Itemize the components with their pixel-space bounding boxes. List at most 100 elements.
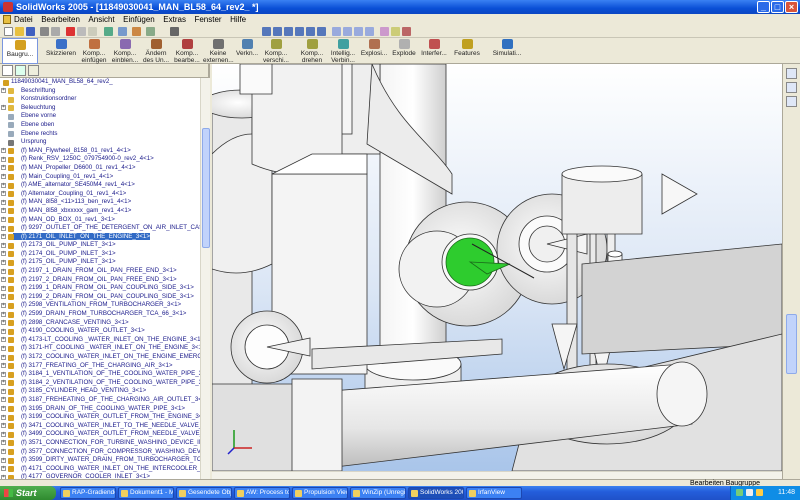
zoom-fit-icon[interactable] [262,27,271,36]
close-button[interactable]: × [785,1,798,13]
expand-icon[interactable]: + [1,294,6,300]
shaded-icon[interactable] [354,27,363,36]
pan-icon[interactable] [317,27,326,36]
expand-icon[interactable]: + [1,380,6,386]
title-bar[interactable]: SolidWorks 2005 - [11849030041_MAN_BL58_… [0,0,800,14]
command-button-8[interactable]: Komp... verschi... [261,38,291,64]
command-button-10[interactable]: Intellig... Verbin... [328,38,358,64]
menu-view[interactable]: Ansicht [88,15,114,24]
tree-item[interactable]: + (f) MAN_Flywheel_8158_01_rev1_4<1> [0,147,200,156]
tree-item[interactable]: + (f) 4190_COOLING_WATER_OUTLET_3<1> [0,327,200,336]
assembly-3d-model[interactable] [212,64,782,471]
tree-item[interactable]: + (f) Main_Coupling_01_rev1_4<1> [0,173,200,182]
expand-icon[interactable]: + [1,328,6,334]
taskbar-button[interactable]: Gesendete Obje... [176,487,232,499]
command-button-11[interactable]: Explosi... [359,38,389,64]
tree-item[interactable]: + (f) 2199_1_DRAIN_FROM_OIL_PAN_COUPLING_… [0,284,200,293]
command-button-2[interactable]: Komp... einfügen [79,38,109,64]
expand-icon[interactable]: + [1,320,6,326]
command-button-6[interactable]: Keine externen... [203,38,234,64]
tree-item[interactable]: + (f) 2197_1_DRAIN_FROM_OIL_PAN_FREE_END_… [0,267,200,276]
menu-tools[interactable]: Extras [163,15,186,24]
tree-vertical-scrollbar[interactable] [200,78,210,486]
tree-item[interactable]: + (f) 3177_FREATING_OF_THE_CHARGING_AIR_3… [0,362,200,371]
new-icon[interactable] [4,27,13,36]
command-button-9[interactable]: Komp... drehen [297,38,327,64]
expand-icon[interactable]: + [1,88,6,94]
task-pane-explorer-icon[interactable] [786,96,797,107]
tree-item[interactable]: Konstruktionsordner [0,95,200,104]
expand-icon[interactable]: + [1,406,6,412]
tree-item[interactable]: + (f) 3184_1_VENTILATION_OF_THE_COOLING_W… [0,370,208,379]
tree-item[interactable]: + (f) MAN_8l58_xbxxxxx_gam_rev1_4<1> [0,207,200,216]
expand-icon[interactable]: + [1,388,6,394]
tree-item[interactable]: Ebene vorne [0,112,200,121]
task-pane-home-icon[interactable] [786,68,797,79]
maximize-button[interactable]: □ [771,1,784,13]
print-icon[interactable] [40,27,49,36]
taskbar-button[interactable]: RAP-Gradiendeb... [60,487,116,499]
command-button-14[interactable]: Features [450,38,484,64]
expand-icon[interactable]: + [1,251,6,257]
tree-item[interactable]: + (f) 4171_COOLING_WATER_INLET_ON_THE_INT… [0,465,208,474]
rotate-view-icon[interactable] [306,27,315,36]
expand-icon[interactable]: + [1,225,6,231]
expand-icon[interactable]: + [1,285,6,291]
viewport-horizontal-scrollbar[interactable] [212,471,782,479]
expand-icon[interactable]: + [1,174,6,180]
expand-icon[interactable]: + [1,431,6,437]
expand-icon[interactable]: + [1,414,6,420]
property-manager-tab[interactable] [15,65,26,76]
taskbar-button[interactable]: Propulsion Viewer [292,487,348,499]
options-icon[interactable] [146,27,155,36]
tree-item[interactable]: + (f) Alternator_Coupling_01_rev1_4<1> [0,190,200,199]
expand-icon[interactable]: + [1,449,6,455]
help-icon[interactable] [170,27,179,36]
tree-item[interactable]: + (f) 3577_CONNECTION_FOR_COMPRESSOR_WASH… [0,448,208,457]
view-orientation-icon[interactable] [391,27,400,36]
expand-icon[interactable]: + [1,423,6,429]
tree-item[interactable]: + (f) 3184_2_VENTILATION_OF_THE_COOLING_W… [0,379,208,388]
print-preview-icon[interactable] [51,27,60,36]
expand-icon[interactable]: + [1,148,6,154]
command-button-1[interactable]: Skizzieren [44,38,78,64]
expand-icon[interactable]: + [1,165,6,171]
expand-icon[interactable]: + [1,363,6,369]
taskbar-button[interactable]: SolidWorks 200... [408,487,464,499]
command-button-3[interactable]: Komp... einblen... [110,38,140,64]
expand-icon[interactable]: + [1,182,6,188]
command-button-0[interactable]: Baugru... [2,38,38,64]
expand-icon[interactable]: + [1,208,6,214]
shaded-edges-icon[interactable] [365,27,374,36]
viewport-vertical-scroll-thumb[interactable] [786,314,797,374]
tree-root-assembly[interactable]: 11849030041_MAN_BL58_64_rev2_ [0,78,200,87]
tree-item[interactable]: + (f) 3172_COOLING_WATER_INLET_ON_THE_ENG… [0,353,208,362]
expand-icon[interactable]: + [1,156,6,162]
tray-app-icon[interactable] [756,489,763,496]
command-button-4[interactable]: Ändern des Un... [141,38,171,64]
tree-item[interactable]: Ursprung [0,138,200,147]
tree-item[interactable]: + (f) 9297_OUTLET_OF_THE_DETERGENT_ON_AIR… [0,224,208,233]
wireframe-icon[interactable] [332,27,341,36]
start-button[interactable]: Start [0,486,56,500]
tree-item[interactable]: + (f) 3471_COOLING_WATER_INLET_TO_THE_NEE… [0,422,208,431]
solidworks-app-icon[interactable] [3,2,13,12]
rebuild-icon[interactable] [132,27,141,36]
menu-help[interactable]: Hilfe [230,15,246,24]
tree-item[interactable]: Ebene oben [0,121,200,130]
command-button-12[interactable]: Explode [390,38,418,64]
tree-item[interactable]: + (f) 3195_DRAIN_OF_THE_COOLING_WATER_PIP… [0,405,200,414]
expand-icon[interactable]: + [1,217,6,222]
tree-item[interactable]: + (f) 2173_OIL_PUMP_INLET_3<1> [0,241,200,250]
tree-item[interactable]: + (f) 2599_DRAIN_FROM_TURBOCHARGER_TCA_66… [0,310,200,319]
tree-item[interactable]: + (f) 2175_OIL_PUMP_INLET_3<1> [0,258,200,267]
save-icon[interactable] [26,27,35,36]
expand-icon[interactable]: + [1,302,6,308]
perspective-icon[interactable] [402,27,411,36]
expand-icon[interactable]: + [1,466,6,472]
select-icon[interactable] [118,27,127,36]
hidden-lines-icon[interactable] [343,27,352,36]
tree-item[interactable]: + (f) 2199_2_DRAIN_FROM_OIL_PAN_COUPLING_… [0,293,200,302]
tree-item[interactable]: + (f) 2197_2_DRAIN_FROM_OIL_PAN_FREE_END_… [0,276,200,285]
tree-item[interactable]: + (f) 2598_VENTILATION_FROM_TURBOCHARGER_… [0,301,200,310]
